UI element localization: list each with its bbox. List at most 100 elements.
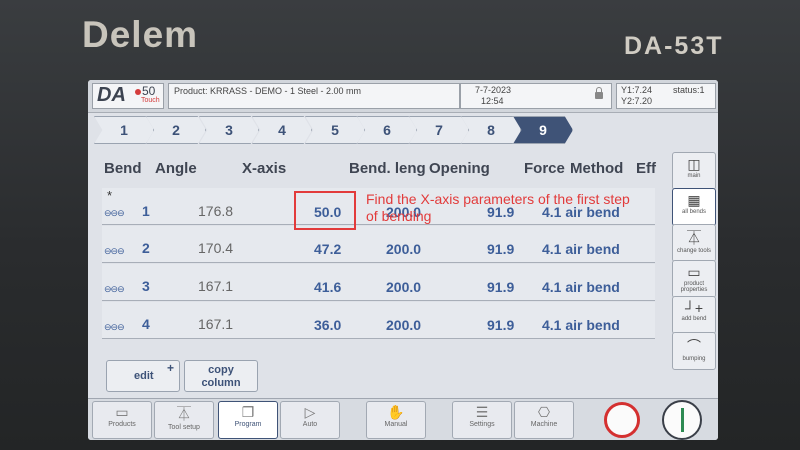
settings-button[interactable]: ☰ Settings bbox=[452, 401, 512, 439]
cell-angle[interactable]: 170.4 bbox=[198, 240, 233, 256]
all-bends-icon: ▦ bbox=[687, 192, 701, 208]
table-row[interactable]: ⊖⊖⊖ 4 167.1 36.0 200.0 91.9 4.1 air bend bbox=[102, 302, 655, 339]
change-tools-button[interactable]: ⏄ change tools bbox=[672, 224, 716, 262]
hmi-screen: DA 50 Touch Product: KRRASS - DEMO - 1 S… bbox=[88, 80, 718, 440]
manual-label: Manual bbox=[384, 421, 408, 428]
bumping-icon: ⌒ bbox=[687, 338, 701, 354]
all-bends-label: all bends bbox=[681, 209, 707, 215]
logo-number: 50 bbox=[142, 84, 156, 98]
tab-step-3[interactable]: 3 bbox=[199, 116, 259, 144]
cell-bend[interactable]: 2 bbox=[142, 240, 150, 256]
products-button[interactable]: ▭ Products bbox=[92, 401, 152, 439]
brand-logo: Delem bbox=[82, 14, 199, 55]
cell-xaxis[interactable]: 47.2 bbox=[314, 241, 341, 257]
cell-angle[interactable]: 176.8 bbox=[198, 203, 233, 219]
col-header-force: Force bbox=[524, 160, 565, 177]
settings-label: Settings bbox=[469, 421, 495, 428]
cell-xaxis[interactable]: 36.0 bbox=[314, 317, 341, 333]
chain-icon: ⊖⊖⊖ bbox=[104, 284, 125, 294]
col-header-xaxis: X-axis bbox=[242, 160, 287, 177]
cell-method[interactable]: 4.1 air bend bbox=[542, 279, 620, 295]
y1-text: Y1:7.24 bbox=[621, 85, 653, 95]
status-text: status:1 bbox=[673, 85, 705, 95]
position-field: Y1:7.24 Y2:7.20 status:1 bbox=[616, 83, 716, 109]
bumping-button[interactable]: ⌒ bumping bbox=[672, 332, 716, 370]
tab-step-1[interactable]: 1 bbox=[94, 116, 154, 144]
selected-marker: * bbox=[107, 188, 113, 203]
auto-icon: ▷ bbox=[304, 404, 316, 420]
tab-step-7[interactable]: 7 bbox=[409, 116, 469, 144]
tab-step-9[interactable]: 9 bbox=[513, 116, 573, 144]
main-button[interactable]: ◫ main bbox=[672, 152, 716, 190]
right-sidebar: ◫ main ▦ all bends ⏄ change tools ▭ product … bbox=[672, 152, 716, 370]
cell-bend[interactable]: 1 bbox=[142, 203, 150, 219]
change-tools-icon: ⏄ bbox=[687, 230, 701, 246]
machine-button[interactable]: ⎔ Machine bbox=[514, 401, 574, 439]
logo-dot-icon bbox=[135, 89, 141, 95]
copy-column-label: copy column bbox=[201, 364, 241, 389]
cell-bend-length[interactable]: 200.0 bbox=[386, 317, 421, 333]
cell-bend-length[interactable]: 200.0 bbox=[386, 279, 421, 295]
manual-button[interactable]: ✋ Manual bbox=[366, 401, 426, 439]
edit-button[interactable]: edit + bbox=[106, 360, 180, 392]
program-label: Program bbox=[234, 421, 262, 428]
col-header-bend-length: Bend. leng bbox=[349, 160, 426, 177]
product-field[interactable]: Product: KRRASS - DEMO - 1 Steel - 2.00 … bbox=[168, 83, 460, 109]
bumping-label: bumping bbox=[682, 356, 706, 362]
start-button[interactable] bbox=[662, 400, 702, 440]
cell-xaxis[interactable]: 41.6 bbox=[314, 279, 341, 295]
tab-step-2[interactable]: 2 bbox=[146, 116, 206, 144]
machine-label: Machine bbox=[530, 421, 558, 428]
tool-setup-icon: ⏄ bbox=[177, 406, 191, 422]
logo-touch: Touch bbox=[141, 97, 160, 104]
cell-opening[interactable]: 91.9 bbox=[487, 241, 514, 257]
step-tabs: 1 2 3 4 5 6 7 8 9 bbox=[94, 116, 573, 144]
products-icon: ▭ bbox=[115, 404, 129, 420]
datetime-field: 7-7-2023 12:54 bbox=[460, 83, 612, 109]
program-button[interactable]: ❐ Program bbox=[218, 401, 278, 439]
copy-column-button[interactable]: copy column bbox=[184, 360, 258, 392]
cell-bend[interactable]: 3 bbox=[142, 278, 150, 294]
edit-label: edit bbox=[134, 370, 154, 382]
plus-icon: + bbox=[167, 361, 175, 375]
product-properties-label: product properties bbox=[680, 281, 708, 293]
model-label: DA-53T bbox=[624, 32, 724, 60]
annotation-text: Find the X-axis parameters of the first … bbox=[366, 191, 630, 224]
program-icon: ❐ bbox=[241, 404, 255, 420]
auto-button[interactable]: ▷ Auto bbox=[280, 401, 340, 439]
tool-setup-button[interactable]: ⏄ Tool setup bbox=[154, 401, 214, 439]
change-tools-label: change tools bbox=[676, 248, 712, 254]
annotation-box bbox=[294, 191, 356, 230]
table-row[interactable]: ⊖⊖⊖ 3 167.1 41.6 200.0 91.9 4.1 air bend bbox=[102, 264, 655, 301]
header-bar: DA 50 Touch Product: KRRASS - DEMO - 1 S… bbox=[88, 80, 718, 113]
add-bend-button[interactable]: ┘+ add bend bbox=[672, 296, 716, 334]
chain-icon: ⊖⊖⊖ bbox=[104, 208, 125, 218]
da-logo: DA 50 Touch bbox=[92, 83, 164, 109]
tab-step-4[interactable]: 4 bbox=[252, 116, 312, 144]
product-properties-icon: ▭ bbox=[687, 264, 701, 280]
products-label: Products bbox=[108, 421, 136, 428]
cell-method[interactable]: 4.1 air bend bbox=[542, 317, 620, 333]
cell-bend[interactable]: 4 bbox=[142, 316, 150, 332]
stop-button[interactable] bbox=[604, 402, 640, 438]
cell-angle[interactable]: 167.1 bbox=[198, 316, 233, 332]
y2-text: Y2:7.20 bbox=[621, 96, 653, 106]
tab-step-5[interactable]: 5 bbox=[305, 116, 365, 144]
tab-step-6[interactable]: 6 bbox=[357, 116, 417, 144]
col-header-angle: Angle bbox=[155, 160, 197, 177]
cell-bend-length[interactable]: 200.0 bbox=[386, 241, 421, 257]
product-properties-button[interactable]: ▭ product properties bbox=[672, 260, 716, 298]
col-header-opening: Opening bbox=[429, 160, 490, 177]
chain-icon: ⊖⊖⊖ bbox=[104, 322, 125, 332]
lock-icon[interactable] bbox=[595, 87, 603, 99]
all-bends-button[interactable]: ▦ all bends bbox=[672, 188, 716, 226]
cell-method[interactable]: 4.1 air bend bbox=[542, 241, 620, 257]
chain-icon: ⊖⊖⊖ bbox=[104, 246, 125, 256]
cell-angle[interactable]: 167.1 bbox=[198, 278, 233, 294]
cell-opening[interactable]: 91.9 bbox=[487, 279, 514, 295]
col-header-eff: Eff bbox=[636, 160, 656, 177]
cell-opening[interactable]: 91.9 bbox=[487, 317, 514, 333]
tab-step-8[interactable]: 8 bbox=[461, 116, 521, 144]
table-row[interactable]: ⊖⊖⊖ 2 170.4 47.2 200.0 91.9 4.1 air bend bbox=[102, 226, 655, 263]
auto-label: Auto bbox=[302, 421, 318, 428]
